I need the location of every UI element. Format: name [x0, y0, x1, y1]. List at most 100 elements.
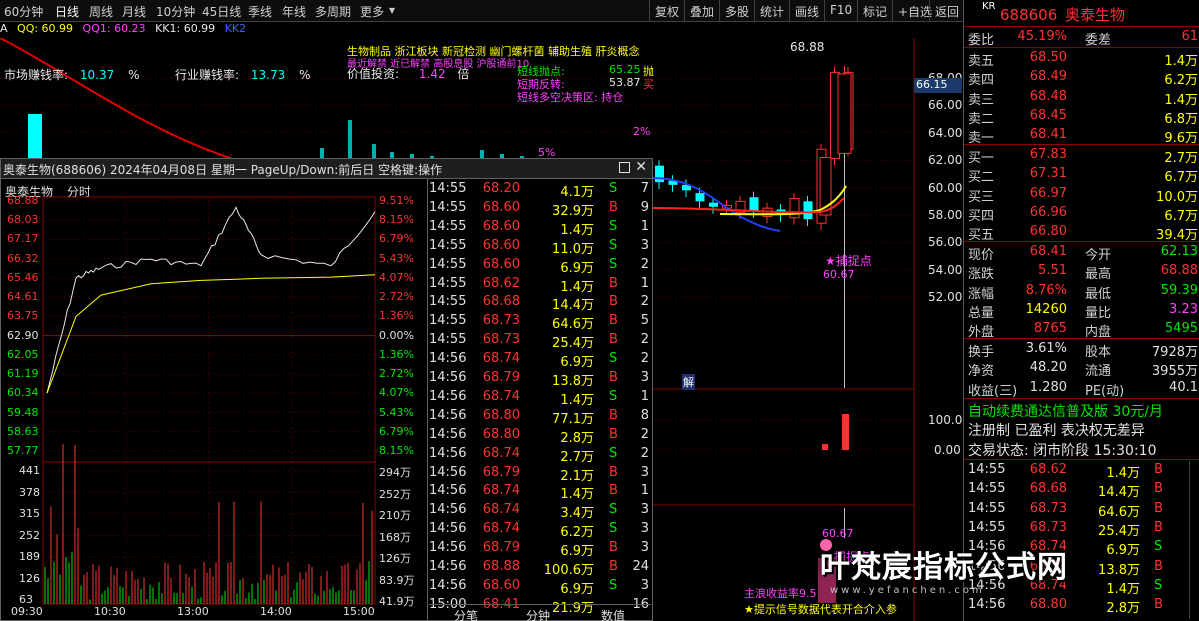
- popup-divider: [427, 179, 428, 621]
- short-rev-value: 53.87: [609, 76, 641, 89]
- stat2-row-label-2: 股本: [1085, 345, 1112, 360]
- tick-volume: 2.8万: [560, 430, 594, 446]
- tick-volume: 3.4万: [560, 506, 594, 522]
- bid-row: 买二 67.31 6.7万: [964, 165, 1199, 185]
- mark-button[interactable]: 标记: [857, 0, 892, 21]
- intraday-pct-label: 5.43%: [379, 405, 414, 419]
- capture-point-value: 60.67: [823, 268, 855, 281]
- time-axis-label: 09:30: [11, 605, 43, 618]
- tick-price: 68.79: [482, 464, 520, 480]
- trade-direction: S: [1154, 539, 1163, 555]
- restore-icon[interactable]: [619, 162, 630, 173]
- back-button[interactable]: 返回: [929, 0, 964, 21]
- tick-volume: 1.4万: [560, 222, 594, 238]
- fuquan-button[interactable]: 复权: [649, 0, 684, 21]
- overlay-button[interactable]: 叠加: [684, 0, 719, 21]
- f10-button[interactable]: F10: [824, 0, 857, 21]
- multi-stock-button[interactable]: 多股: [719, 0, 754, 21]
- period-week[interactable]: 周线: [89, 3, 113, 20]
- tick-price: 68.74: [482, 483, 520, 499]
- indicator-bar: [842, 414, 849, 450]
- value-unit: 倍: [457, 67, 470, 81]
- indicator-kk1: KK1: 60.99: [155, 22, 216, 35]
- market-ratio-unit: %: [128, 68, 140, 82]
- period-multi[interactable]: 多周期: [315, 3, 351, 20]
- trade-volume: 2.8万: [1106, 601, 1140, 617]
- stat-row-value: 14260: [1025, 301, 1067, 317]
- draw-line-button[interactable]: 画线: [789, 0, 824, 21]
- webi-row: 委比 45.19% 委差 61: [964, 28, 1199, 48]
- period-more[interactable]: 更多: [360, 3, 384, 20]
- ask-row-label: 卖五: [968, 54, 995, 69]
- tick-time: 14:55: [429, 332, 467, 348]
- volume-axis-label-right: 126万: [379, 552, 411, 565]
- tick-price: 68.74: [482, 521, 520, 537]
- statistics-button[interactable]: 统计: [754, 0, 789, 21]
- candle-down: [803, 201, 813, 220]
- volume-axis-label: 315: [19, 507, 40, 520]
- period-year[interactable]: 年线: [282, 3, 306, 20]
- trades-scrollbar[interactable]: [1189, 461, 1199, 619]
- stat2-row-label-2: 流通: [1085, 364, 1112, 380]
- tick-count: 1: [640, 218, 649, 234]
- stat2-row-value-2: 3955万: [1151, 364, 1198, 380]
- tick-volume: 1.4万: [560, 392, 594, 408]
- tick-row: 14:56 68.60 6.9万 S 3: [429, 578, 651, 597]
- tick-count: 9: [640, 199, 649, 215]
- tick-price: 68.20: [482, 181, 520, 196]
- period-month[interactable]: 月线: [122, 3, 146, 20]
- trade-volume: 25.4万: [1098, 523, 1140, 539]
- bid-row: 买四 66.96 6.7万: [964, 204, 1199, 224]
- period-10min[interactable]: 10分钟: [156, 3, 195, 20]
- tick-time: 14:55: [429, 237, 467, 253]
- tick-volume: 25.4万: [552, 336, 594, 352]
- period-quarter[interactable]: 季线: [248, 3, 272, 20]
- period-day[interactable]: 日线: [55, 3, 79, 20]
- tick-row: 14:55 68.60 32.9万 B 9: [429, 200, 651, 219]
- intraday-pct-label: 4.07%: [379, 386, 414, 400]
- tick-row: 14:55 68.73 25.4万 B 2: [429, 332, 651, 351]
- intraday-pct-label: 2.72%: [379, 367, 414, 381]
- stat2-row-value: 3.61%: [1025, 341, 1067, 356]
- trade-row: 14:55 68.73 64.6万 B: [964, 500, 1199, 520]
- tick-direction: S: [609, 237, 618, 253]
- intraday-popup[interactable]: 奥泰生物(688606) 2024年04月08日 星期一 PageUp/Down…: [0, 158, 653, 621]
- tab-ticks[interactable]: 分笔: [454, 607, 478, 621]
- period-45day[interactable]: 45日线: [202, 3, 241, 20]
- tick-row: 14:56 68.79 13.8万 B 3: [429, 370, 651, 389]
- stat2-row-value: 48.20: [1029, 360, 1067, 376]
- tick-row: 14:56 68.80 77.1万 B 8: [429, 408, 651, 427]
- tab-minutes[interactable]: 分钟: [526, 607, 550, 621]
- market-ratio-value: 10.37: [79, 68, 115, 82]
- intraday-price-label: 62.05: [7, 347, 39, 361]
- tick-volume: 32.9万: [552, 203, 594, 219]
- tick-direction: B: [609, 370, 618, 385]
- tick-price: 68.74: [482, 502, 520, 518]
- unlock-marker[interactable]: 解: [682, 374, 695, 390]
- more-dropdown-icon[interactable]: ▾: [389, 3, 395, 17]
- tab-values[interactable]: 数值: [601, 607, 625, 621]
- tick-count: 3: [640, 521, 649, 537]
- trade-row: 14:56 68.80 2.8万 B: [964, 596, 1199, 617]
- trade-row: 14:55 68.73 25.4万 B: [964, 519, 1199, 539]
- tick-direction: B: [609, 275, 618, 291]
- tick-volume: 2.7万: [560, 449, 594, 465]
- stat-row: 总量 14260 量比 3.23: [964, 301, 1199, 321]
- stat2-row-value: 1.280: [1029, 379, 1067, 395]
- stat-row-label-2: 今开: [1085, 248, 1112, 263]
- tick-count: 2: [640, 294, 649, 310]
- popup-title[interactable]: 奥泰生物(688606) 2024年04月08日 星期一 PageUp/Down…: [1, 159, 652, 179]
- tick-price: 68.79: [482, 370, 520, 385]
- price-axis-label: 56.00: [928, 235, 963, 250]
- intraday-chart[interactable]: [1, 179, 429, 621]
- tick-volume: 6.9万: [560, 581, 594, 597]
- period-60min[interactable]: 60分钟: [4, 3, 43, 20]
- stat-row: 现价 68.41 今开 62.13: [964, 243, 1199, 263]
- stat2-row-value-2: 40.1: [1169, 379, 1198, 395]
- intraday-pct-label: 6.79%: [379, 424, 414, 438]
- stat-row-value: 8.76%: [1025, 282, 1067, 298]
- tick-count: 3: [640, 577, 649, 593]
- promo-line-1[interactable]: 自动续费通达信普及版 30元/月: [968, 401, 1163, 421]
- close-icon[interactable]: ✕: [635, 159, 647, 175]
- tick-row: 14:56 68.80 2.8万 B 2: [429, 427, 651, 446]
